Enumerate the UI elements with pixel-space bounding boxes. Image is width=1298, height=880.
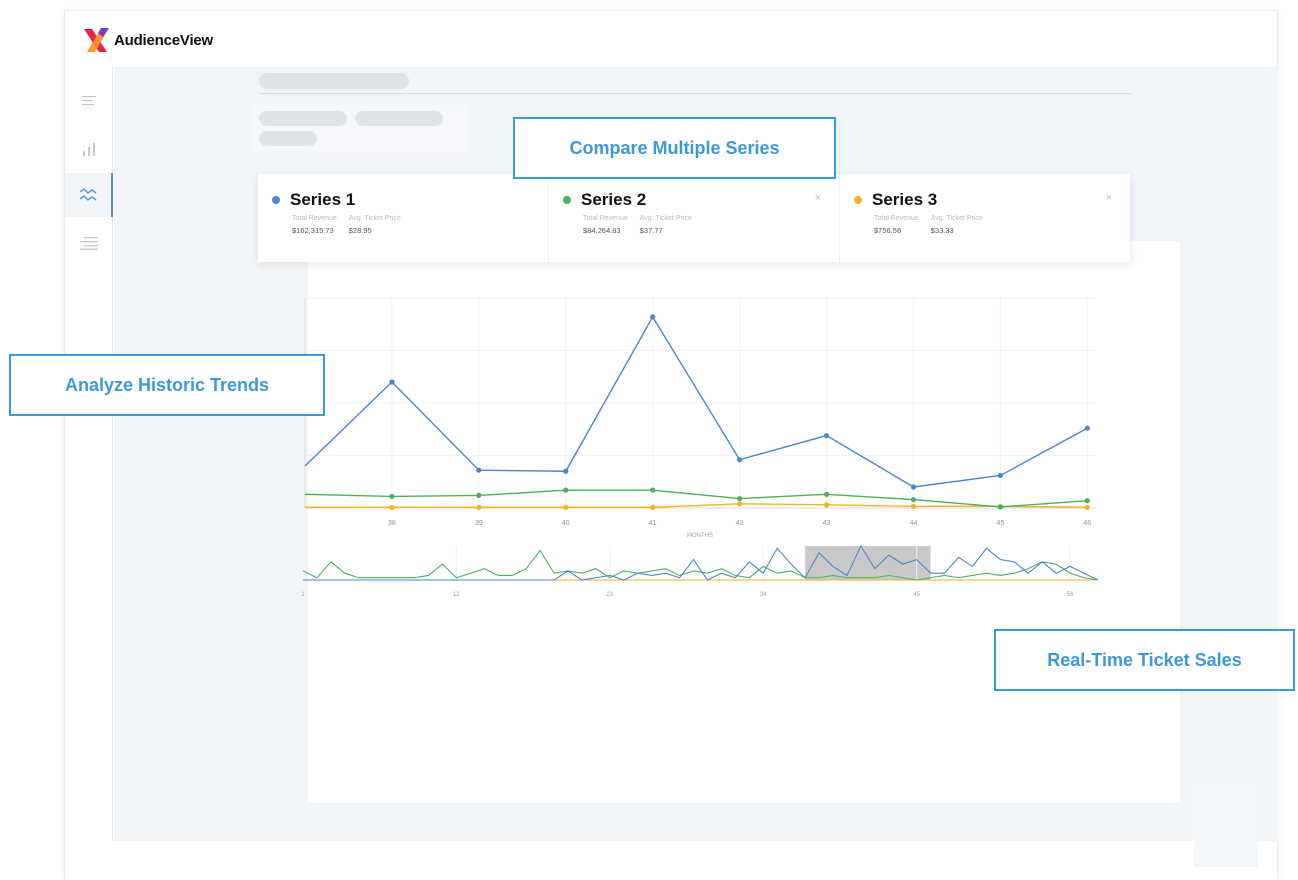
filter-chip-placeholder: [259, 131, 317, 146]
top-bar: AudienceView: [65, 11, 1277, 67]
data-point-series-1[interactable]: [737, 457, 743, 463]
filter-chip-placeholder: [355, 111, 443, 126]
data-point-series-2[interactable]: [563, 487, 569, 493]
title-placeholder: [259, 73, 409, 89]
metric-label: Avg. Ticket Price: [348, 215, 401, 222]
navigator-tick-label: 23: [606, 592, 613, 598]
sidebar-item-reports[interactable]: [65, 127, 113, 171]
data-point-series-1[interactable]: [389, 379, 395, 385]
sidebar-item-trends[interactable]: [65, 173, 113, 217]
app-name: AudienceView: [114, 31, 214, 49]
x-tick-label: 46: [1083, 520, 1091, 527]
series-title: Series 1: [290, 190, 356, 209]
chart-series: [304, 314, 1090, 510]
series-line-1: [304, 315, 1088, 488]
series-card-2[interactable]: Series 2 Total Revenue $84,264.83 Avg. Ti…: [549, 174, 840, 262]
x-tick-label: 44: [910, 520, 918, 527]
series-card-1[interactable]: Series 1 Total Revenue $162,315.73 Avg. T…: [258, 174, 549, 262]
data-point-series-2[interactable]: [389, 493, 395, 500]
header-divider: [259, 93, 1131, 94]
data-point-series-3[interactable]: [563, 504, 569, 510]
metric-label: Avg. Ticket Price: [930, 215, 983, 222]
range-navigator[interactable]: 1 12 23 34 45 56: [301, 544, 1099, 598]
navigator-tick-label: 34: [760, 592, 767, 598]
data-point-series-2[interactable]: [910, 497, 917, 503]
data-point-series-2[interactable]: [823, 491, 830, 497]
x-tick-label: 40: [562, 520, 570, 527]
data-point-series-2[interactable]: [476, 492, 482, 498]
x-tick-label: 42: [736, 520, 744, 527]
data-point-series-3[interactable]: [476, 504, 482, 510]
series-color-dot: [272, 196, 280, 204]
list-icon: [80, 237, 98, 250]
x-tick-label: 38: [388, 520, 396, 527]
sidebar-item-list[interactable]: [65, 221, 113, 265]
data-point-series-3[interactable]: [910, 503, 917, 509]
series-title: Series 3: [872, 190, 938, 209]
data-point-series-1[interactable]: [1084, 425, 1090, 431]
data-point-series-2[interactable]: [737, 495, 743, 502]
close-icon[interactable]: ×: [815, 192, 821, 204]
series-color-dot: [563, 196, 571, 204]
chart-grid: [304, 297, 1096, 508]
avg-ticket-price-value: $28.95: [348, 226, 372, 235]
navigator-selection[interactable]: [805, 546, 931, 580]
data-point-series-3[interactable]: [1084, 504, 1090, 510]
x-axis-ticks: 38 39 40 41 42 43 44 45 46: [388, 520, 1091, 527]
total-revenue-value: $756.56: [874, 226, 902, 235]
realtime-callout: Real-Time Ticket Sales: [994, 629, 1295, 691]
total-revenue-value: $84,264.83: [583, 226, 621, 235]
navigator-tick-label: 1: [301, 592, 305, 598]
series-color-dot: [854, 196, 862, 204]
navigator-line-2: [302, 549, 1099, 581]
filter-chip-placeholder: [259, 111, 347, 126]
data-point-series-1[interactable]: [476, 467, 482, 473]
navigator-ticks: 1 12 23 34 45 56: [301, 592, 1074, 598]
metric-label: Total Revenue: [292, 215, 337, 222]
bar-chart-icon: [83, 143, 95, 156]
navigator-tick-label: 12: [453, 592, 460, 598]
metric-label: Avg. Ticket Price: [639, 215, 692, 222]
data-point-series-3[interactable]: [823, 502, 830, 508]
data-point-series-1[interactable]: [997, 472, 1003, 479]
data-point-series-1[interactable]: [563, 468, 569, 474]
navigator-tick-label: 45: [913, 592, 920, 598]
data-point-series-2[interactable]: [997, 504, 1003, 510]
series-line-2: [304, 489, 1088, 508]
menu-icon: [82, 96, 96, 106]
historic-callout: Analyze Historic Trends: [9, 354, 325, 416]
sidebar: [65, 67, 113, 841]
total-revenue-value: $162,315.73: [292, 226, 334, 235]
x-tick-label: 43: [823, 520, 831, 527]
trend-chart[interactable]: 38 39 40 41 42 43 44 45 46 MONTHS 1 12 23 34 45 56: [258, 262, 1130, 612]
avg-ticket-price-value: $37.77: [639, 226, 663, 235]
series-title: Series 2: [581, 190, 647, 209]
navigator-series: [302, 544, 1099, 581]
x-tick-label: 45: [996, 520, 1004, 527]
close-icon[interactable]: ×: [1106, 192, 1112, 204]
audienceview-logo-icon: [84, 28, 109, 52]
data-point-series-3[interactable]: [737, 501, 743, 507]
data-point-series-3[interactable]: [389, 504, 395, 510]
app-logo[interactable]: AudienceView: [81, 25, 213, 55]
data-point-series-2[interactable]: [1084, 498, 1090, 504]
side-panel-placeholder: [1194, 783, 1258, 867]
data-point-series-1[interactable]: [650, 314, 656, 320]
data-point-series-1[interactable]: [910, 484, 917, 490]
series-cards: Series 1 Total Revenue $162,315.73 Avg. T…: [258, 174, 1130, 262]
navigator-tick-label: 56: [1067, 592, 1074, 598]
compare-callout: Compare Multiple Series: [513, 117, 836, 179]
metric-label: Total Revenue: [874, 215, 919, 222]
metric-label: Total Revenue: [583, 215, 628, 222]
data-point-series-3[interactable]: [650, 504, 656, 510]
data-point-series-2[interactable]: [650, 487, 656, 493]
series-card-3[interactable]: Series 3 Total Revenue $756.56 Avg. Ticke…: [840, 174, 1130, 262]
data-point-series-1[interactable]: [823, 432, 830, 439]
x-tick-label: 41: [649, 520, 657, 527]
x-axis-title: MONTHS: [687, 533, 713, 539]
avg-ticket-price-value: $33.33: [930, 226, 954, 235]
trends-icon: [79, 188, 97, 201]
x-tick-label: 39: [475, 520, 483, 527]
sidebar-item-menu[interactable]: [65, 79, 113, 123]
